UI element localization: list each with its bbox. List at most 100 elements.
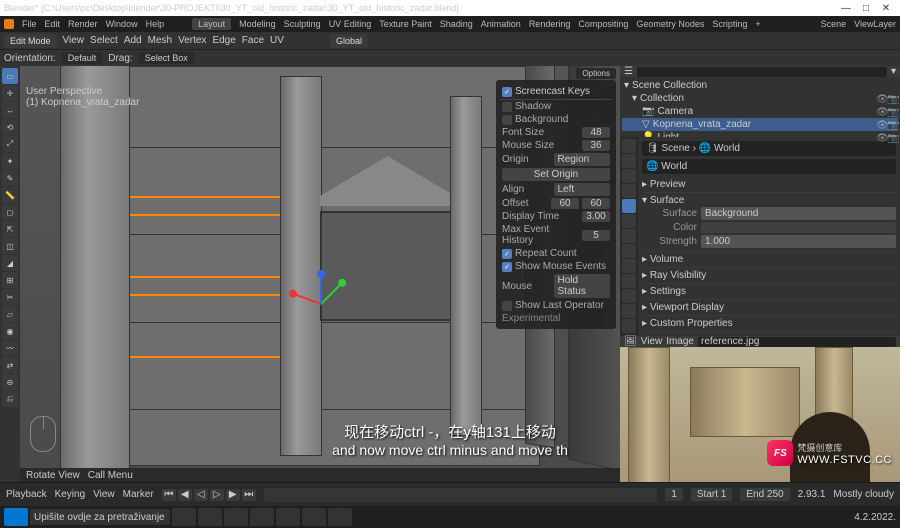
viewlayer-dropdown[interactable]: ViewLayer: [854, 19, 896, 29]
image-icon[interactable]: 🖼: [624, 336, 637, 347]
frame-start[interactable]: Start 1: [691, 488, 732, 501]
tab-animation[interactable]: Animation: [481, 19, 521, 29]
hdr-mesh[interactable]: Mesh: [148, 35, 172, 46]
image-menu[interactable]: Image: [666, 336, 694, 347]
options-button[interactable]: Options: [576, 68, 616, 79]
panel-preview[interactable]: ▸ Preview: [642, 177, 896, 193]
play-icon[interactable]: ▷: [210, 489, 224, 501]
jump-end-icon[interactable]: ⏭: [242, 489, 256, 501]
tab-geonodes[interactable]: Geometry Nodes: [636, 19, 704, 29]
tab-add[interactable]: +: [755, 19, 760, 29]
blender-icon[interactable]: [4, 19, 14, 29]
tool-loopcut[interactable]: ⊞: [2, 272, 18, 288]
tool-annotate[interactable]: ✎: [2, 170, 18, 186]
hdr-view[interactable]: View: [63, 35, 85, 46]
system-tray[interactable]: 4.2.2022.: [854, 512, 896, 523]
filter-icon[interactable]: ▾: [891, 66, 896, 77]
task-icon[interactable]: [250, 508, 274, 526]
outliner-collection[interactable]: ▾ Collection👁📷: [622, 92, 898, 105]
tab-particle-icon[interactable]: [622, 244, 636, 258]
menu-render[interactable]: Render: [68, 19, 98, 29]
3d-viewport[interactable]: Options User Perspective (1) Kopnena_vra…: [20, 66, 620, 482]
tab-scripting[interactable]: Scripting: [712, 19, 747, 29]
timeline-playback[interactable]: Playback: [6, 489, 47, 500]
scene-dropdown[interactable]: Scene: [821, 19, 847, 29]
screencast-keys-panel[interactable]: ✓Screencast Keys Shadow Background Font …: [496, 80, 616, 329]
tab-modeling[interactable]: Modeling: [239, 19, 276, 29]
tool-slide[interactable]: ⇄: [2, 357, 18, 373]
tab-data-icon[interactable]: [622, 289, 636, 303]
tool-knife[interactable]: ✂: [2, 289, 18, 305]
tool-spin[interactable]: ◉: [2, 323, 18, 339]
outliner-scene-collection[interactable]: ▾ Scene Collection: [622, 79, 898, 92]
panel-rayvis[interactable]: ▸ Ray Visibility: [642, 268, 896, 284]
tab-compositing[interactable]: Compositing: [578, 19, 628, 29]
hdr-uv[interactable]: UV: [270, 35, 284, 46]
tab-shading[interactable]: Shading: [440, 19, 473, 29]
tab-rendering[interactable]: Rendering: [529, 19, 571, 29]
task-icon[interactable]: [172, 508, 196, 526]
menu-help[interactable]: Help: [146, 19, 165, 29]
tool-cursor[interactable]: ✛: [2, 85, 18, 101]
task-icon[interactable]: [276, 508, 300, 526]
task-icon[interactable]: [224, 508, 248, 526]
timeline-track[interactable]: [264, 488, 658, 502]
prev-key-icon[interactable]: ◀: [178, 489, 192, 501]
panel-volume[interactable]: ▸ Volume: [642, 252, 896, 268]
next-key-icon[interactable]: ▶: [226, 489, 240, 501]
timeline-view[interactable]: View: [93, 489, 115, 500]
drag-value[interactable]: Select Box: [139, 52, 194, 64]
screencast-toggle[interactable]: ✓: [502, 87, 512, 97]
outliner-icon[interactable]: ☰: [624, 66, 633, 77]
tab-modifier-icon[interactable]: [622, 229, 636, 243]
image-name[interactable]: reference.jpg: [698, 337, 896, 347]
tab-scene-icon[interactable]: [622, 184, 636, 198]
surface-shader[interactable]: Background: [701, 207, 896, 220]
tool-smooth[interactable]: 〰: [2, 340, 18, 356]
properties-breadcrumb[interactable]: 🛢 Scene › 🌐 World: [642, 141, 896, 156]
menu-file[interactable]: File: [22, 19, 37, 29]
task-icon[interactable]: [302, 508, 326, 526]
outliner-search[interactable]: [637, 67, 887, 77]
tool-bevel[interactable]: ◢: [2, 255, 18, 271]
tool-scale[interactable]: ⤢: [2, 136, 18, 152]
current-frame[interactable]: 1: [665, 488, 683, 501]
tab-world-icon[interactable]: [622, 199, 636, 213]
hdr-select[interactable]: Select: [90, 35, 118, 46]
timeline-keying[interactable]: Keying: [55, 489, 86, 500]
tool-measure[interactable]: 📏: [2, 187, 18, 203]
hdr-vertex[interactable]: Vertex: [178, 35, 206, 46]
tool-addcube[interactable]: ◻: [2, 204, 18, 220]
tool-shrink[interactable]: ⊖: [2, 374, 18, 390]
start-button[interactable]: [4, 508, 28, 526]
panel-viewport[interactable]: ▸ Viewport Display: [642, 300, 896, 316]
timeline-marker[interactable]: Marker: [123, 489, 154, 500]
hdr-add[interactable]: Add: [124, 35, 142, 46]
tab-object-icon[interactable]: [622, 214, 636, 228]
orientation-value[interactable]: Default: [62, 52, 103, 64]
maximize-button[interactable]: □: [856, 3, 876, 14]
frame-end[interactable]: End 250: [740, 488, 789, 501]
tool-polybuild[interactable]: ▱: [2, 306, 18, 322]
tab-viewlayer-icon[interactable]: [622, 169, 636, 183]
hdr-edge[interactable]: Edge: [212, 35, 235, 46]
tool-extrude[interactable]: ⇱: [2, 221, 18, 237]
tab-material-icon[interactable]: [622, 304, 636, 318]
tab-texture[interactable]: Texture Paint: [379, 19, 432, 29]
panel-surface[interactable]: ▾ Surface SurfaceBackground Color Streng…: [642, 193, 896, 252]
task-icon[interactable]: [328, 508, 352, 526]
tab-texture-icon[interactable]: [622, 319, 636, 333]
panel-settings[interactable]: ▸ Settings: [642, 284, 896, 300]
outliner-active-object[interactable]: ▽ Kopnena_vrata_zadar👁📷: [622, 118, 898, 131]
view-menu[interactable]: View: [641, 336, 663, 347]
outliner-camera[interactable]: 📷 Camera👁📷: [622, 105, 898, 118]
tool-move[interactable]: ↔: [2, 102, 18, 118]
orientation-dropdown[interactable]: Global: [330, 34, 368, 48]
tab-constraint-icon[interactable]: [622, 274, 636, 288]
tool-select[interactable]: ▭: [2, 68, 18, 84]
task-icon[interactable]: [198, 508, 222, 526]
taskbar-search[interactable]: Upišite ovdje za pretraživanje: [30, 509, 170, 525]
jump-start-icon[interactable]: ⏮: [162, 489, 176, 501]
timeline[interactable]: Playback Keying View Marker ⏮ ◀ ◁ ▷ ▶ ⏭ …: [0, 482, 900, 506]
tab-uv[interactable]: UV Editing: [329, 19, 372, 29]
